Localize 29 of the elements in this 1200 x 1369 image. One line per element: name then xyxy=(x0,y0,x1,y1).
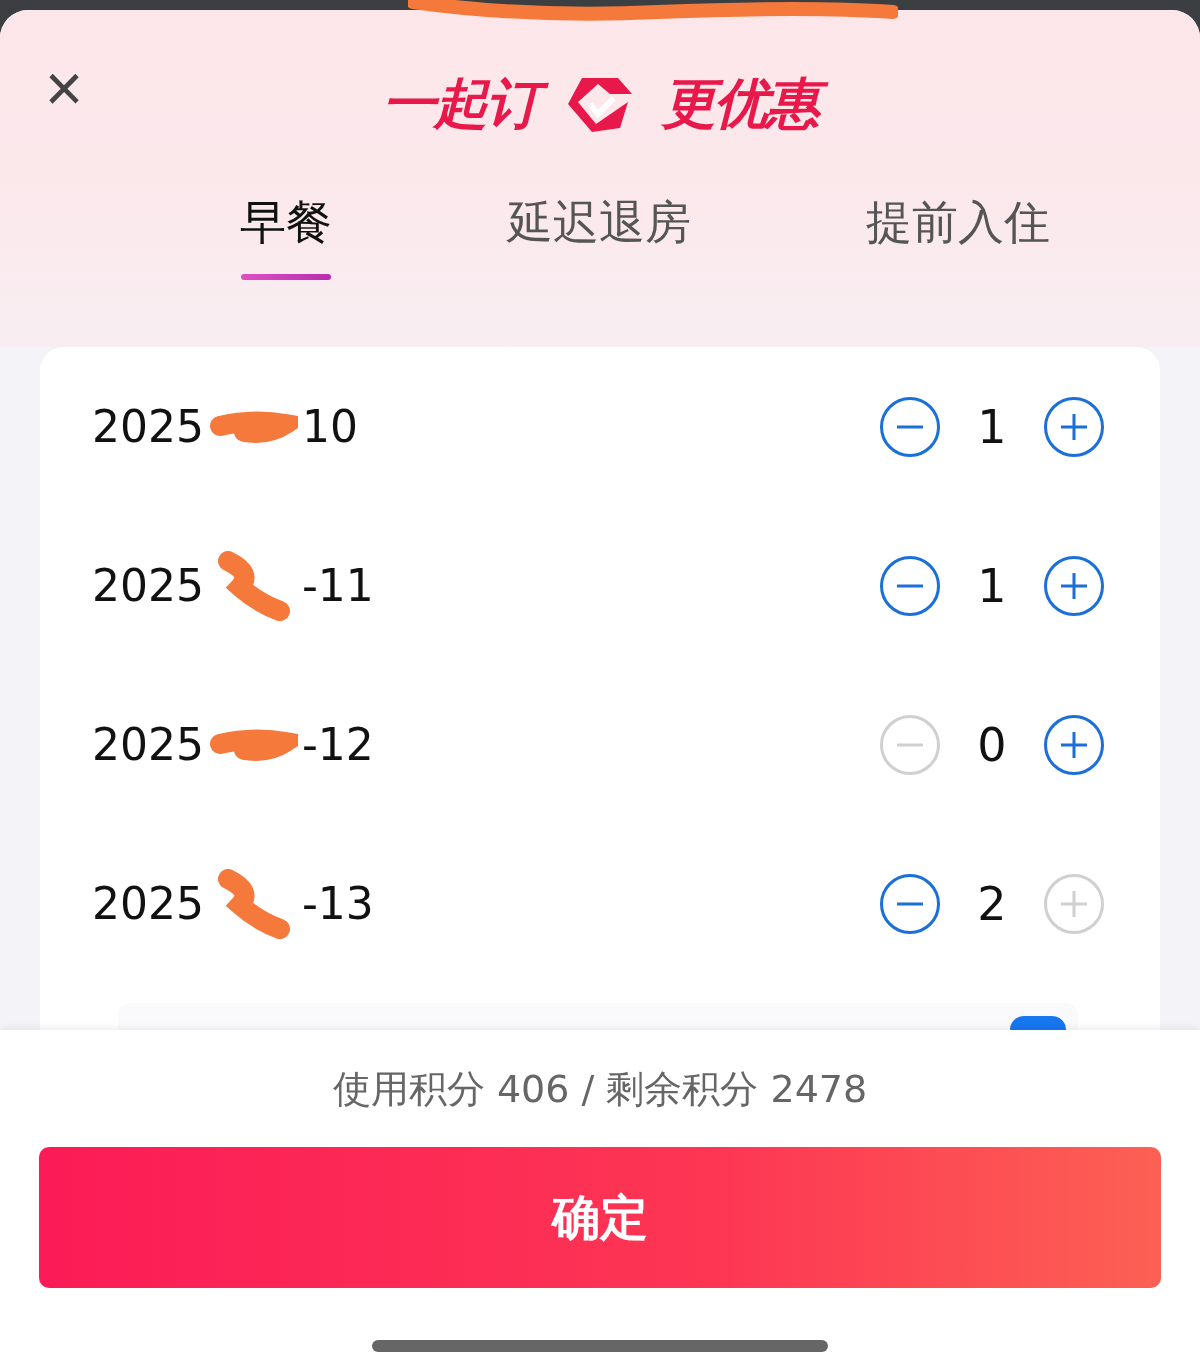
plus-icon xyxy=(1059,888,1089,919)
minus-icon xyxy=(895,901,925,906)
minus-icon xyxy=(895,583,925,588)
date-text: -11 xyxy=(302,560,374,611)
plus-icon xyxy=(1059,729,1089,760)
date-text: 10 xyxy=(302,401,358,452)
tab[interactable]: 早餐 xyxy=(240,192,332,280)
tab[interactable]: 延迟退房 xyxy=(507,192,691,280)
plus-icon xyxy=(1059,411,1089,442)
logo-text: 更优惠 xyxy=(652,68,828,140)
date-text: 2025 xyxy=(92,560,204,611)
tab[interactable]: 提前入住 xyxy=(866,192,1050,280)
quantity-text: 2 xyxy=(976,876,1008,931)
plus-icon xyxy=(1059,570,1089,601)
logo-text: 一起订 xyxy=(372,68,548,140)
quantity-text: 0 xyxy=(976,717,1008,772)
close-button[interactable]: × xyxy=(34,58,94,118)
toggle-icon[interactable] xyxy=(1010,1016,1066,1030)
date-text: -12 xyxy=(302,719,374,770)
minus-icon xyxy=(895,424,925,429)
confirm-button[interactable]: 确定 xyxy=(39,1147,1161,1288)
date-text: 2025 xyxy=(92,401,204,452)
points-text: 使用积分 406 / 剩余积分 2478 xyxy=(332,1066,868,1113)
date-text: -13 xyxy=(302,878,374,929)
date-text: 2025 xyxy=(92,878,204,929)
minus-icon xyxy=(895,742,925,747)
quantity-text: 1 xyxy=(976,558,1008,613)
quantity-text: 1 xyxy=(976,399,1008,454)
date-text: 2025 xyxy=(92,719,204,770)
